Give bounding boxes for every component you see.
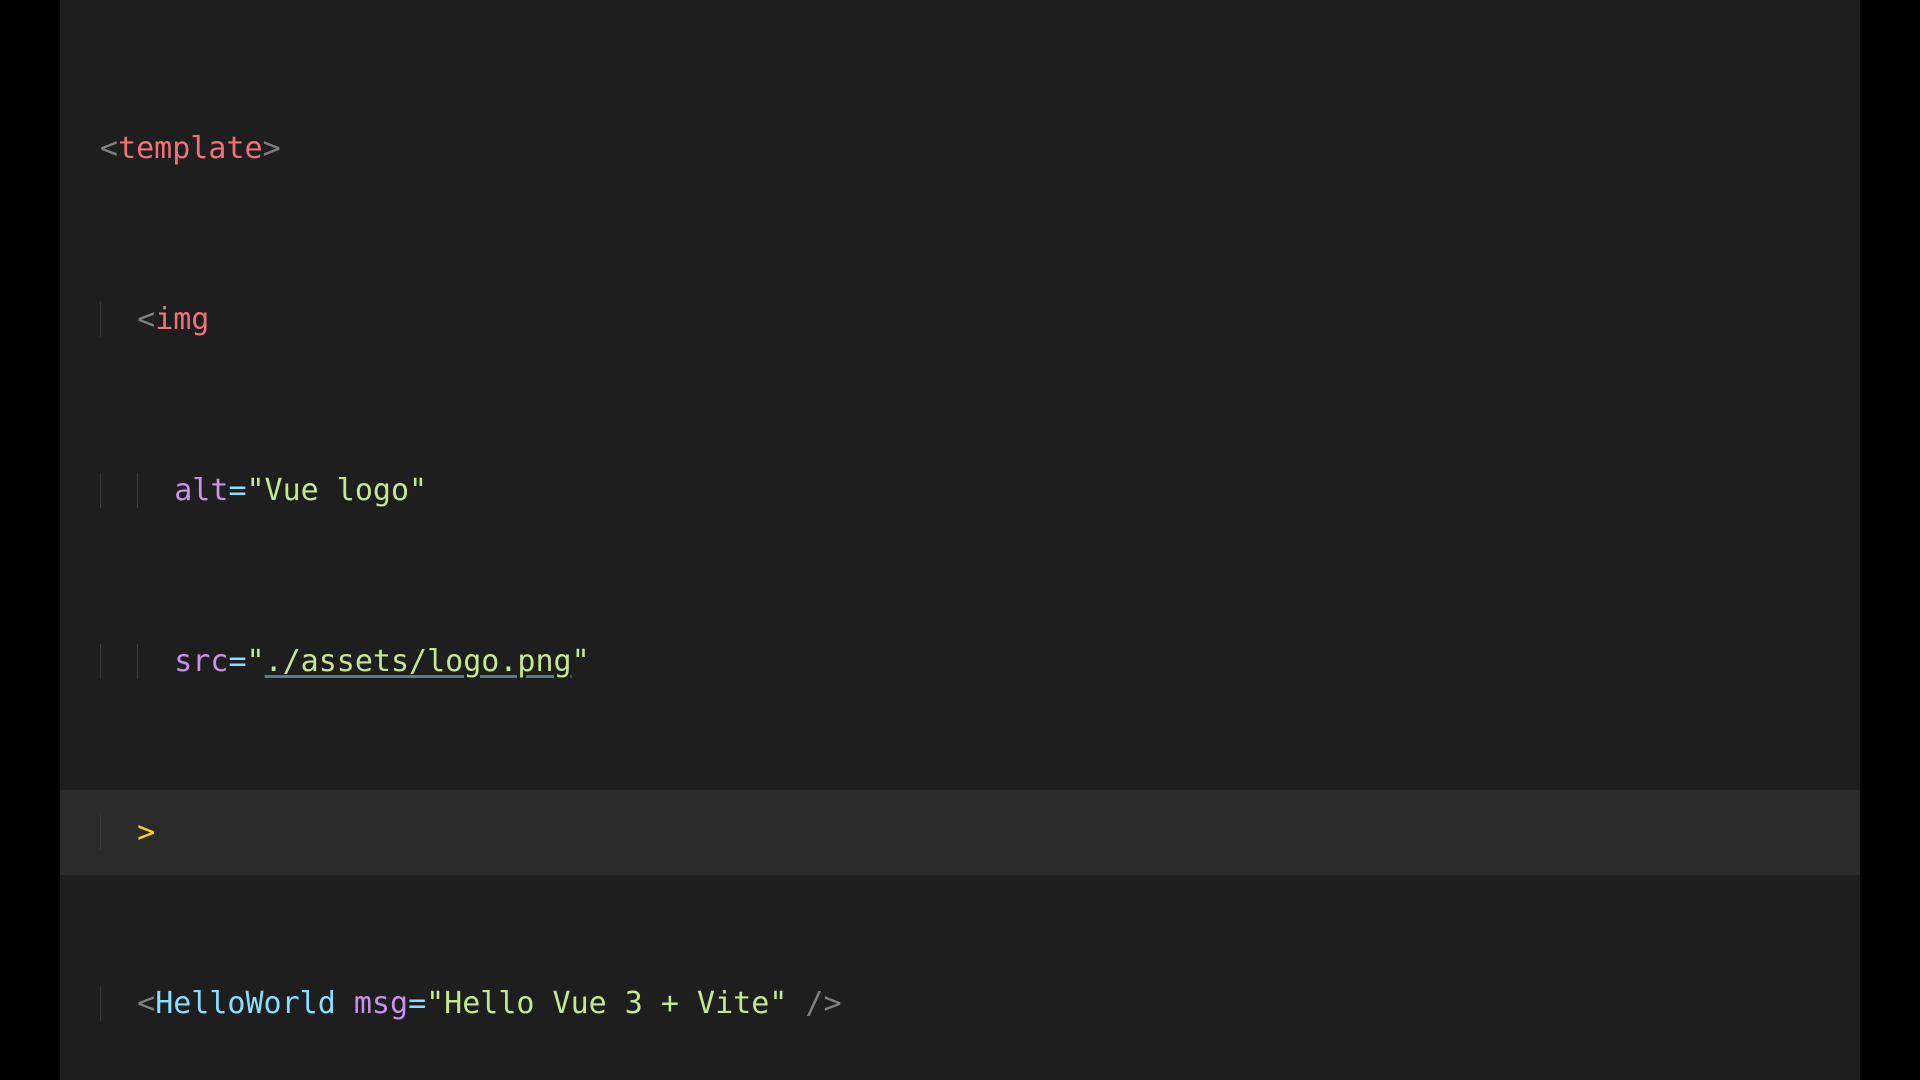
quote: " xyxy=(572,644,590,679)
code-line: <img xyxy=(100,277,1820,363)
quote: " xyxy=(247,644,265,679)
code-line: src="./assets/logo.png" xyxy=(100,619,1820,705)
string-path: ./assets/logo.png xyxy=(265,644,572,679)
attr-alt: alt xyxy=(174,473,228,508)
equals: = xyxy=(408,986,426,1021)
attr-src: src xyxy=(174,644,228,679)
code-line-active: > xyxy=(60,790,1860,876)
tag-img: img xyxy=(155,302,209,337)
bracket: < xyxy=(137,986,155,1021)
code-line: <template> xyxy=(100,106,1820,192)
bracket: < xyxy=(137,302,155,337)
equals: = xyxy=(228,473,246,508)
equals: = xyxy=(228,644,246,679)
bracket-match: > xyxy=(137,815,155,850)
bracket: > xyxy=(263,131,281,166)
string-literal: "Vue logo" xyxy=(247,473,428,508)
code-editor[interactable]: <template> <img alt="Vue logo" src="./as… xyxy=(60,0,1860,1080)
code-line: alt="Vue logo" xyxy=(100,448,1820,534)
attr-msg: msg xyxy=(354,986,408,1021)
tag-template: template xyxy=(118,131,263,166)
tag-helloworld: HelloWorld xyxy=(155,986,336,1021)
bracket: /> xyxy=(787,986,841,1021)
code-line: <HelloWorld msg="Hello Vue 3 + Vite" /> xyxy=(100,961,1820,1047)
bracket: < xyxy=(100,131,118,166)
string-literal: "Hello Vue 3 + Vite" xyxy=(426,986,787,1021)
